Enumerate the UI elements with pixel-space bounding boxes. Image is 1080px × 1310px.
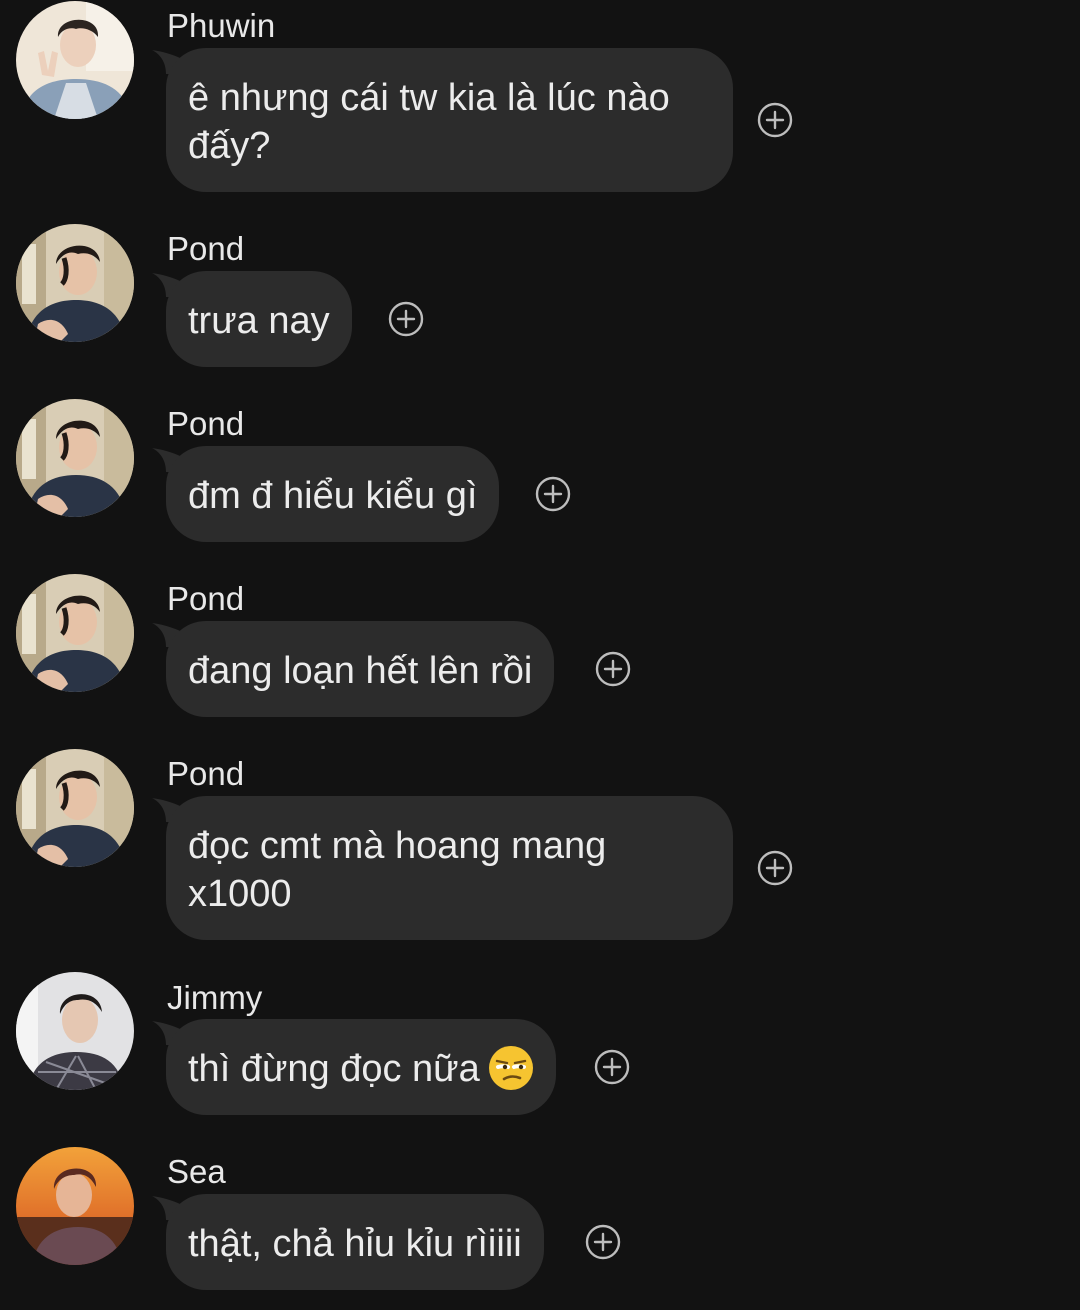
chat-thread: Phuwin ê nhưng cái tw kia là lúc nào đấy… [0,0,1080,1310]
message-text: thì đừng đọc nữa [188,1048,480,1090]
unamused-face-emoji [488,1045,533,1090]
jimmy-avatar[interactable] [16,972,134,1090]
message-bubble[interactable]: đm đ hiểu kiểu gì [166,446,500,542]
plus-circle-icon[interactable] [595,651,631,687]
sender-name: Pond [167,230,245,267]
sender-name: Pond [167,580,245,617]
message-bubble[interactable]: đang loạn hết lên rồi [166,621,555,717]
sender-name: Pond [167,755,245,792]
message-bubble[interactable]: đọc cmt mà hoang mang x1000 [166,796,733,940]
sender-name: Sea [167,1153,226,1190]
pond-avatar[interactable] [16,224,134,342]
plus-circle-icon[interactable] [585,1224,621,1260]
plus-circle-icon[interactable] [535,476,571,512]
message-text: trưa nay [188,300,330,342]
plus-circle-icon[interactable] [388,301,424,337]
sender-name: Jimmy [167,979,263,1016]
message-text: thật, chả hỉu kỉu rìiiii [188,1223,522,1265]
sender-name: Pond [167,405,245,442]
message-text: đm đ hiểu kiểu gì [188,475,478,517]
message-bubble[interactable]: thật, chả hỉu kỉu rìiiii [166,1194,544,1290]
plus-circle-icon[interactable] [757,850,793,886]
pond-avatar[interactable] [16,574,134,692]
message-bubble[interactable]: ê nhưng cái tw kia là lúc nào đấy? [166,48,733,192]
plus-circle-icon[interactable] [757,102,793,138]
pond-avatar[interactable] [16,399,134,517]
pond-avatar[interactable] [16,749,134,867]
message-bubble[interactable]: thì đừng đọc nữa [166,1019,556,1115]
plus-circle-icon[interactable] [594,1049,630,1085]
sender-name: Phuwin [167,7,276,44]
phuwin-avatar[interactable] [16,1,134,119]
sea-avatar[interactable] [16,1147,134,1265]
message-text: đọc cmt mà hoang mang x1000 [188,825,607,915]
message-text: ê nhưng cái tw kia là lúc nào đấy? [188,77,670,167]
message-text: đang loạn hết lên rồi [188,650,533,692]
message-bubble[interactable]: trưa nay [166,271,352,367]
